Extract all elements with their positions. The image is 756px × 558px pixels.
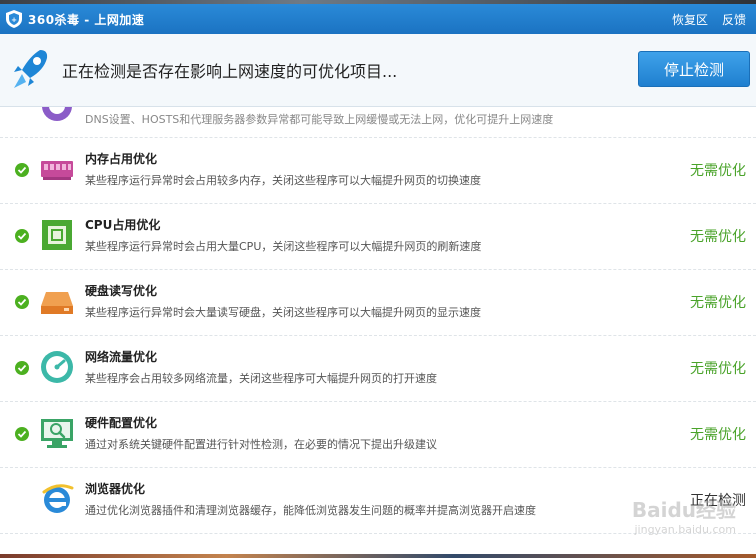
check-icon xyxy=(15,295,29,309)
restore-zone-link[interactable]: 恢复区 xyxy=(672,11,708,28)
item-status: 无需优化 xyxy=(690,229,746,245)
list-item-cpu: CPU占用优化 某些程序运行异常时会占用大量CPU，关闭这些程序可以大幅提升网页… xyxy=(0,204,756,270)
dns-icon xyxy=(40,107,74,123)
list-item-memory: 内存占用优化 某些程序运行异常时会占用较多内存，关闭这些程序可以大幅提升网页的切… xyxy=(0,138,756,204)
list-item-hardware: 硬件配置优化 通过对系统关键硬件配置进行针对性检测，在必要的情况下提出升级建议 … xyxy=(0,402,756,468)
item-title: 内存占用优化 xyxy=(85,152,158,166)
scan-status-message: 正在检测是否存在影响上网速度的可优化项目... xyxy=(62,62,398,81)
item-status: 无需优化 xyxy=(690,361,746,377)
item-description: 某些程序运行异常时会占用大量CPU，关闭这些程序可以大幅提升网页的刷新速度 xyxy=(85,240,482,253)
list-item-dns: DNS设置、HOSTS和代理服务器参数异常都可能导致上网缓慢或无法上网，优化可提… xyxy=(0,107,756,138)
item-status: 无需优化 xyxy=(690,427,746,443)
shield-logo-icon: + xyxy=(6,10,22,28)
title-bar: + 360杀毒 - 上网加速 恢复区 反馈 xyxy=(0,4,756,34)
hardware-monitor-icon xyxy=(40,416,74,450)
item-status: 无需优化 xyxy=(690,295,746,311)
item-title: 硬盘读写优化 xyxy=(85,284,158,298)
item-description: 某些程序运行异常时会占用较多内存，关闭这些程序可以大幅提升网页的切换速度 xyxy=(85,174,481,187)
item-title: 网络流量优化 xyxy=(85,350,158,364)
item-description: 通过对系统关键硬件配置进行针对性检测，在必要的情况下提出升级建议 xyxy=(85,438,437,451)
list-item-harddisk: 硬盘读写优化 某些程序运行异常时会大量读写硬盘，关闭这些程序可以大幅提升网页的显… xyxy=(0,270,756,336)
cpu-icon xyxy=(40,218,74,252)
app-window: + 360杀毒 - 上网加速 恢复区 反馈 正在检测是否存在影响上网速度的可优化… xyxy=(0,4,756,554)
item-status: 无需优化 xyxy=(690,163,746,179)
scan-header: 正在检测是否存在影响上网速度的可优化项目... 停止检测 xyxy=(0,34,756,107)
rocket-icon xyxy=(14,50,48,88)
network-speed-icon xyxy=(40,350,74,384)
item-description: 某些程序会占用较多网络流量，关闭这些程序可大幅提升网页的打开速度 xyxy=(85,372,437,385)
memory-icon xyxy=(40,152,74,186)
item-title: 硬件配置优化 xyxy=(85,416,158,430)
item-title: CPU占用优化 xyxy=(85,218,161,232)
item-description: 通过优化浏览器插件和清理浏览器缓存，能降低浏览器发生问题的概率并提高浏览器开启速… xyxy=(85,504,536,517)
title-actions: 恢复区 反馈 xyxy=(672,4,746,34)
harddisk-icon xyxy=(40,284,74,318)
check-icon xyxy=(15,361,29,375)
ie-browser-icon xyxy=(40,482,74,516)
list-item-network: 网络流量优化 某些程序会占用较多网络流量，关闭这些程序可大幅提升网页的打开速度 … xyxy=(0,336,756,402)
stop-scan-button[interactable]: 停止检测 xyxy=(638,51,750,87)
check-icon xyxy=(15,163,29,177)
check-icon xyxy=(15,427,29,441)
list-item-browser: 浏览器优化 通过优化浏览器插件和清理浏览器缓存，能降低浏览器发生问题的概率并提高… xyxy=(0,468,756,534)
item-description: DNS设置、HOSTS和代理服务器参数异常都可能导致上网缓慢或无法上网，优化可提… xyxy=(85,113,554,126)
item-status: 正在检测 xyxy=(690,493,746,509)
feedback-link[interactable]: 反馈 xyxy=(722,11,746,28)
desktop-strip-bottom xyxy=(0,554,756,558)
window-title: 360杀毒 - 上网加速 xyxy=(28,12,145,27)
check-icon xyxy=(15,229,29,243)
optimization-list: DNS设置、HOSTS和代理服务器参数异常都可能导致上网缓慢或无法上网，优化可提… xyxy=(0,107,756,534)
item-description: 某些程序运行异常时会大量读写硬盘，关闭这些程序可以大幅提升网页的显示速度 xyxy=(85,306,481,319)
item-title: 浏览器优化 xyxy=(85,482,146,496)
svg-text:+: + xyxy=(11,16,17,24)
